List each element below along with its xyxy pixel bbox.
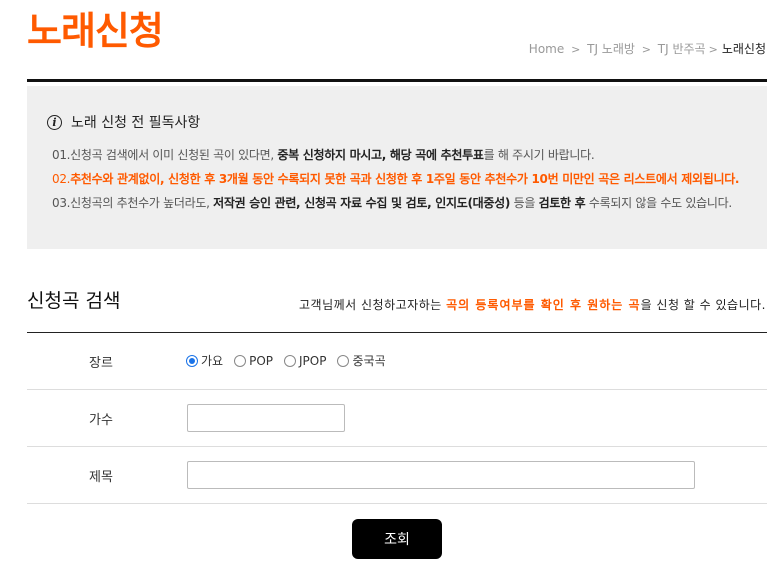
search-description-highlight: 곡의 등록여부를 확인 후 원하는 곡 — [446, 298, 641, 312]
search-description: 고객님께서 신청하고자하는 곡의 등록여부를 확인 후 원하는 곡을 신청 할 … — [299, 296, 766, 313]
radio-button[interactable] — [186, 354, 198, 367]
chevron-right-icon: > — [641, 43, 651, 56]
page-title: 노래신청 — [27, 9, 164, 53]
genre-label: 장르 — [89, 356, 113, 371]
genre-option-jpop[interactable]: JPOP — [284, 354, 326, 368]
song-title-label: 제목 — [89, 470, 113, 485]
notice-line-3-bold-2: 검토한 후 — [538, 196, 586, 210]
search-section-title: 신청곡 검색 — [27, 290, 121, 312]
form-top-divider — [27, 332, 767, 333]
genre-option-label: POP — [249, 353, 274, 368]
search-description-prefix: 고객님께서 신청하고자하는 — [298, 298, 447, 312]
notice-line-1-prefix: 01.신청곡 검색에서 이미 신청된 곡이 있다면, — [52, 148, 278, 162]
notice-line-2-prefix: 02. — [52, 172, 71, 186]
notice-line-3-bold-1: 저작권 승인 관련, 신청곡 자료 수집 및 검토, 인지도(대중성) — [213, 196, 511, 210]
breadcrumb: Home > TJ 노래방 > TJ 반주곡 > 노래신청 — [529, 40, 766, 57]
radio-button[interactable] — [337, 354, 350, 367]
genre-option-kpop[interactable]: 가요 — [186, 352, 223, 369]
genre-option-label: 중국곡 — [352, 354, 386, 368]
genre-option-chinese[interactable]: 중국곡 — [337, 352, 386, 369]
genre-option-label: JPOP — [299, 353, 327, 368]
breadcrumb-tj-banjugok[interactable]: TJ 반주곡 — [658, 42, 706, 56]
notice-line-2: 02.추천수와 관계없이, 신청한 후 3개월 동안 수록되지 못한 곡과 신청… — [52, 170, 740, 187]
breadcrumb-home[interactable]: Home — [529, 42, 564, 56]
notice-line-3-suffix: 수록되지 않을 수도 있습니다. — [585, 196, 732, 210]
notice-line-1-bold: 중복 신청하지 마시고, 해당 곡에 추천투표 — [277, 148, 484, 162]
search-button[interactable]: 조회 — [352, 519, 442, 559]
song-title-input[interactable] — [187, 461, 695, 489]
singer-label: 가수 — [89, 413, 113, 428]
notice-heading-text: 노래 신청 전 필독사항 — [71, 115, 201, 131]
breadcrumb-current: 노래신청 — [721, 42, 766, 56]
genre-option-label: 가요 — [201, 354, 224, 368]
notice-heading: i 노래 신청 전 필독사항 — [47, 112, 200, 132]
breadcrumb-tj-noraebang[interactable]: TJ 노래방 — [587, 42, 635, 56]
notice-box: i 노래 신청 전 필독사항 01.신청곡 검색에서 이미 신청된 곡이 있다면… — [27, 86, 767, 249]
genre-option-pop[interactable]: POP — [234, 354, 273, 368]
genre-radio-group: 가요 POP JPOP 중국곡 — [186, 352, 397, 369]
row-divider — [27, 503, 767, 504]
notice-line-1: 01.신청곡 검색에서 이미 신청된 곡이 있다면, 중복 신청하지 마시고, … — [52, 146, 595, 163]
notice-line-3-mid: 등을 — [510, 196, 539, 210]
notice-line-3-prefix: 03.신청곡의 추천수가 높더라도, — [52, 196, 214, 210]
title-divider — [27, 79, 767, 82]
notice-line-2-text: 추천수와 관계없이, 신청한 후 3개월 동안 수록되지 못한 곡과 신청한 후… — [70, 172, 740, 186]
chevron-right-icon: > — [708, 43, 718, 56]
row-divider — [27, 446, 767, 447]
info-icon: i — [47, 114, 62, 130]
notice-line-1-suffix: 를 해 주시기 바랍니다. — [483, 148, 595, 162]
radio-button[interactable] — [234, 354, 247, 367]
singer-input[interactable] — [187, 404, 345, 432]
row-divider — [27, 389, 767, 390]
chevron-right-icon: > — [571, 43, 581, 56]
notice-line-3: 03.신청곡의 추천수가 높더라도, 저작권 승인 관련, 신청곡 자료 수집 … — [52, 194, 732, 211]
search-description-suffix: 을 신청 할 수 있습니다. — [640, 298, 766, 312]
radio-button[interactable] — [284, 354, 297, 367]
